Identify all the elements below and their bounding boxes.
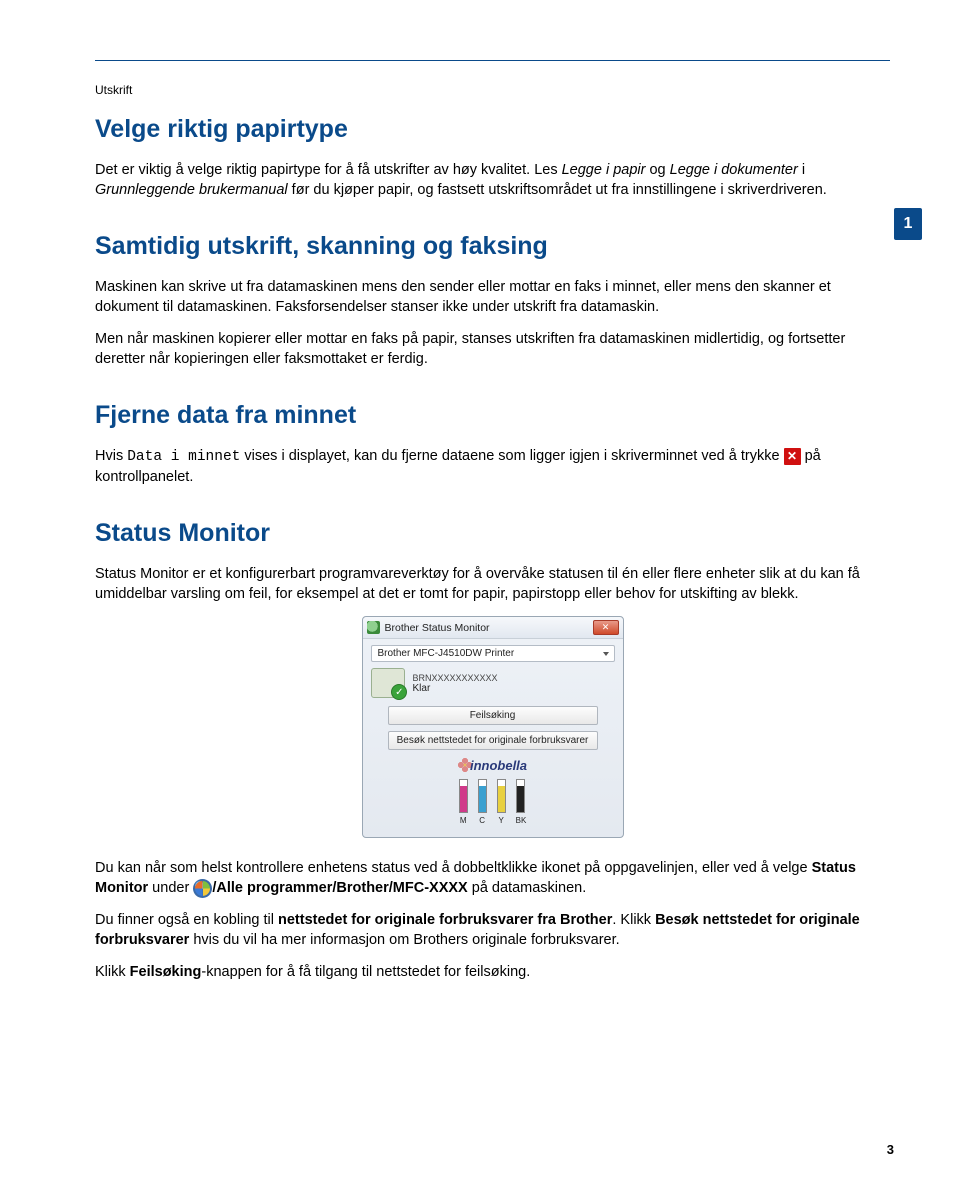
text: . Klikk: [612, 912, 655, 928]
cancel-x-icon: ✕: [784, 448, 801, 465]
header-rule: [95, 60, 890, 61]
heading-status-monitor: Status Monitor: [95, 519, 890, 548]
chapter-tab: 1: [894, 208, 922, 240]
close-button[interactable]: ✕: [593, 620, 619, 635]
ink-magenta: [460, 786, 467, 812]
status-label: Klar: [413, 683, 498, 694]
text: Du kan når som helst kontrollere enheten…: [95, 860, 812, 876]
printer-ok-icon: ✓: [371, 668, 405, 698]
text: -knappen for å få tilgang til nettstedet…: [201, 964, 530, 980]
section-label: Utskrift: [95, 83, 890, 97]
text: og: [645, 162, 669, 178]
ref-brukermanual: Grunnleggende brukermanual: [95, 182, 288, 198]
windows-start-icon: [193, 879, 212, 898]
heading-fjerne-data: Fjerne data fra minnet: [95, 401, 890, 430]
ink-yellow: [498, 786, 505, 812]
innobella-logo: innobella: [371, 758, 615, 773]
text: i: [798, 162, 805, 178]
text: før du kjøper papir, og fastsett utskrif…: [288, 182, 827, 198]
ink-cyan: [479, 786, 486, 812]
ink-c-label: C: [479, 816, 485, 825]
text: Klikk: [95, 964, 130, 980]
logo-text: innobella: [470, 758, 527, 773]
ref-legge-papir: Legge i papir: [562, 162, 646, 178]
text: på datamaskinen.: [468, 880, 587, 896]
window-title: Brother Status Monitor: [385, 622, 588, 634]
link-supplies-site: nettstedet for originale forbruksvarer f…: [278, 912, 612, 928]
app-icon: [367, 621, 380, 634]
paragraph-fjerne: Hvis Data i minnet vises i displayet, ka…: [95, 446, 890, 487]
serial-label: BRNXXXXXXXXXXX: [413, 673, 498, 683]
btn-troubleshoot-ref: Feilsøking: [130, 964, 202, 980]
paragraph-status-intro: Status Monitor er et konfigurerbart prog…: [95, 564, 890, 604]
text: Det er viktig å velge riktig papirtype f…: [95, 162, 562, 178]
ink-levels: M C Y BK: [371, 779, 615, 829]
display-text: Data i minnet: [127, 449, 240, 465]
page-number: 3: [887, 1142, 894, 1157]
ink-m-label: M: [460, 816, 467, 825]
text: Hvis: [95, 448, 127, 464]
window-titlebar: Brother Status Monitor ✕: [363, 617, 623, 639]
text: vises i displayet, kan du fjerne dataene…: [240, 448, 783, 464]
paragraph-supplies-link: Du finner også en kobling til nettstedet…: [95, 910, 890, 950]
heading-samtidig: Samtidig utskrift, skanning og faksing: [95, 232, 890, 261]
text: Du finner også en kobling til: [95, 912, 278, 928]
ref-legge-dokumenter: Legge i dokumenter: [670, 162, 798, 178]
paragraph-samtidig-2: Men når maskinen kopierer eller mottar e…: [95, 329, 890, 369]
paragraph-control-status: Du kan når som helst kontrollere enheten…: [95, 858, 890, 898]
heading-papirtype: Velge riktig papirtype: [95, 115, 890, 144]
ink-y-label: Y: [498, 816, 503, 825]
text: hvis du vil ha mer informasjon om Brothe…: [189, 932, 619, 948]
supplies-button[interactable]: Besøk nettstedet for originale forbruksv…: [388, 731, 598, 750]
ink-bk-label: BK: [516, 816, 527, 825]
printer-dropdown[interactable]: Brother MFC-J4510DW Printer: [371, 645, 615, 662]
menu-path: /Alle programmer/Brother/MFC-XXXX: [212, 880, 467, 896]
paragraph-samtidig-1: Maskinen kan skrive ut fra datamaskinen …: [95, 277, 890, 317]
text: under: [148, 880, 193, 896]
paragraph-troubleshoot: Klikk Feilsøking-knappen for å få tilgan…: [95, 962, 890, 982]
status-monitor-window: Brother Status Monitor ✕ Brother MFC-J45…: [362, 616, 624, 838]
troubleshoot-button[interactable]: Feilsøking: [388, 706, 598, 725]
ink-black: [517, 786, 524, 812]
paragraph-intro: Det er viktig å velge riktig papirtype f…: [95, 160, 890, 200]
